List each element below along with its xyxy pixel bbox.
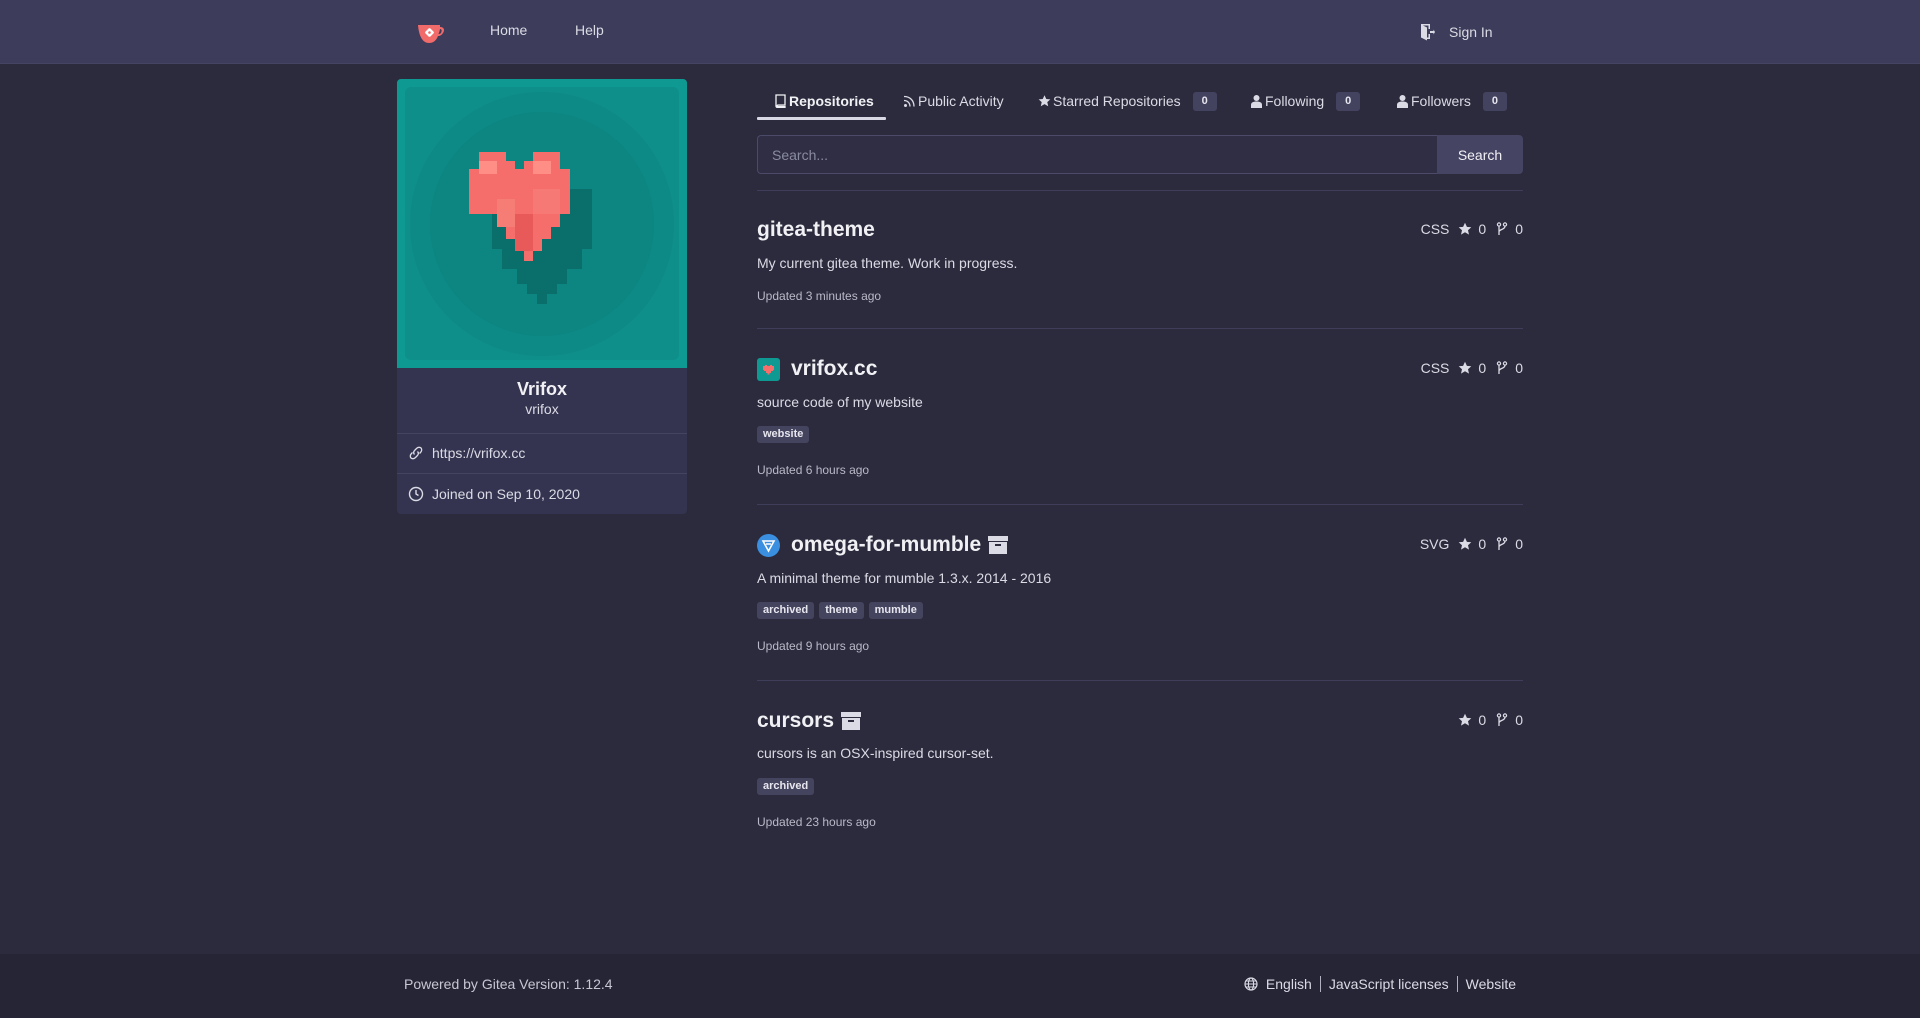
repo-description: source code of my website	[757, 394, 923, 410]
repo-icon	[775, 94, 786, 108]
repo-topics: website	[757, 426, 810, 443]
tab-followers[interactable]: Followers 0	[1396, 82, 1508, 120]
profile-full-name: Vrifox	[516, 379, 568, 399]
gitea-logo-icon[interactable]	[416, 18, 446, 46]
profile-card: Vrifox vrifox https://vrifox.cc Joined o…	[397, 79, 687, 514]
tab-repositories[interactable]: Repositories	[774, 82, 874, 120]
repo-name-link[interactable]: gitea-theme	[757, 218, 875, 242]
repo-language: CSS	[1420, 221, 1450, 237]
list-divider	[757, 504, 1523, 505]
profile-joined-row: Joined on Sep 10, 2020	[408, 484, 580, 504]
person-icon	[1251, 95, 1262, 108]
page-footer: Powered by Gitea Version: 1.12.4 English…	[0, 954, 1920, 1018]
list-divider	[757, 328, 1523, 329]
topic-label[interactable]: archived	[757, 778, 815, 795]
repo-stats: CSS 0 0	[1421, 360, 1523, 376]
following-count-badge: 0	[1336, 91, 1361, 111]
repo-stars: 0	[1458, 360, 1486, 376]
topic-label[interactable]: archived	[757, 602, 815, 619]
tab-following[interactable]: Following 0	[1250, 82, 1361, 120]
repo-updated-time: Updated 3 minutes ago	[757, 289, 882, 303]
repo-language: CSS	[1420, 360, 1450, 376]
repo-stats: CSS 0 0	[1421, 221, 1523, 237]
heart-repo-avatar	[757, 357, 780, 381]
footer-separator	[1456, 976, 1458, 992]
javascript-licenses-link[interactable]: JavaScript licenses	[1329, 976, 1449, 992]
repo-item: vrifox.cc CSS 0 0 source code of my webs…	[757, 356, 1523, 486]
fork-icon	[1497, 713, 1508, 726]
star-icon	[1459, 222, 1472, 235]
repo-forks: 0	[1495, 360, 1523, 376]
archive-icon	[841, 712, 862, 730]
repo-forks: 0	[1495, 712, 1523, 728]
link-icon	[409, 446, 423, 460]
repo-updated-time: Updated 6 hours ago	[757, 463, 870, 477]
footer-links: English JavaScript licenses Website	[1244, 976, 1516, 992]
star-icon	[1038, 95, 1051, 107]
repo-updated-time: Updated 23 hours ago	[757, 815, 876, 829]
repo-stats: 0 0	[1458, 712, 1523, 728]
website-link[interactable]: Website	[1466, 976, 1516, 992]
profile-joined-text: Joined on Sep 10, 2020	[432, 486, 580, 502]
sign-in-label: Sign In	[1449, 24, 1493, 40]
clock-icon	[408, 486, 424, 502]
topic-label[interactable]: theme	[819, 602, 864, 619]
topic-label[interactable]: website	[757, 426, 810, 443]
followers-count-badge: 0	[1482, 91, 1508, 111]
repo-search-input[interactable]	[757, 135, 1438, 174]
sign-in-icon	[1421, 24, 1435, 41]
search-button[interactable]: Search	[1437, 135, 1523, 174]
footer-separator	[1319, 976, 1321, 992]
globe-icon	[1244, 977, 1258, 991]
repo-updated-time: Updated 9 hours ago	[757, 639, 870, 653]
user-avatar	[397, 79, 687, 368]
active-tab-indicator	[757, 117, 886, 120]
language-selector[interactable]: English	[1266, 976, 1312, 992]
list-divider	[757, 680, 1523, 681]
repo-name-link[interactable]: cursors	[757, 709, 834, 733]
repo-stats: SVG 0 0	[1420, 536, 1523, 552]
list-divider	[757, 190, 1523, 191]
profile-divider	[397, 473, 687, 474]
profile-divider	[397, 433, 687, 434]
profile-website-row: https://vrifox.cc	[408, 443, 525, 463]
repo-name-link[interactable]: vrifox.cc	[791, 357, 877, 381]
repo-name-link[interactable]: omega-for-mumble	[791, 533, 981, 557]
powered-by-text: Powered by Gitea Version: 1.12.4	[404, 976, 613, 992]
repo-topics: archived theme mumble	[757, 602, 923, 619]
nav-home-link[interactable]: Home	[490, 22, 527, 38]
star-icon	[1459, 537, 1472, 550]
repo-description: My current gitea theme. Work in progress…	[757, 255, 1018, 271]
repo-item: omega-for-mumble SVG 0 0 A minimal theme…	[757, 532, 1523, 662]
person-icon	[1397, 95, 1408, 108]
repo-forks: 0	[1495, 536, 1523, 552]
repo-description: cursors is an OSX-inspired cursor-set.	[757, 745, 994, 761]
tab-public-activity[interactable]: Public Activity	[903, 82, 1004, 120]
nav-help-link[interactable]: Help	[575, 22, 604, 38]
sign-in-button[interactable]: Sign In	[1419, 21, 1493, 43]
repo-stars: 0	[1458, 221, 1486, 237]
repo-topics: archived	[757, 778, 815, 795]
fork-icon	[1497, 537, 1508, 550]
mumble-repo-avatar	[757, 533, 780, 557]
repo-language: SVG	[1419, 536, 1450, 552]
archive-icon	[988, 536, 1009, 554]
repo-stars: 0	[1458, 536, 1486, 552]
top-navbar: Home Help Sign In	[0, 0, 1920, 64]
fork-icon	[1497, 361, 1508, 374]
repo-item: gitea-theme CSS 0 0 My current gitea the…	[757, 217, 1523, 317]
starred-count-badge: 0	[1192, 91, 1217, 111]
tab-starred-repositories[interactable]: Starred Repositories 0	[1038, 82, 1217, 120]
profile-username: vrifox	[525, 401, 559, 417]
star-icon	[1459, 361, 1472, 374]
repo-stars: 0	[1458, 712, 1486, 728]
star-icon	[1459, 713, 1472, 726]
fork-icon	[1497, 222, 1508, 235]
profile-website-link[interactable]: https://vrifox.cc	[432, 445, 525, 461]
rss-icon	[903, 95, 915, 107]
repo-forks: 0	[1495, 221, 1523, 237]
repo-description: A minimal theme for mumble 1.3.x. 2014 -…	[757, 570, 1052, 586]
repo-item: cursors 0 0 cursors is an OSX-inspired c…	[757, 708, 1523, 838]
topic-label[interactable]: mumble	[868, 602, 923, 619]
